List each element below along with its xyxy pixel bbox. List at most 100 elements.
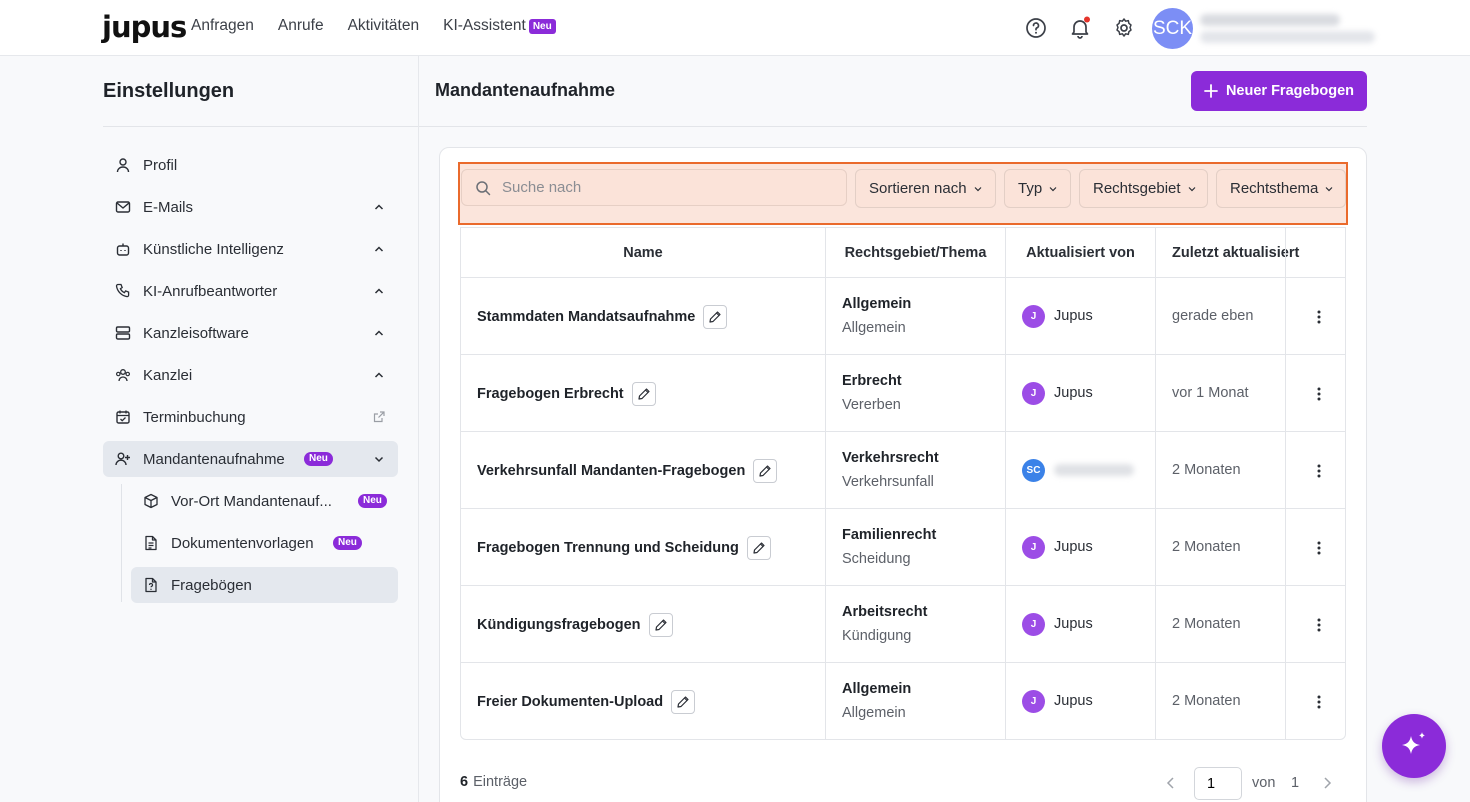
chevron-right-icon[interactable] bbox=[1319, 775, 1335, 791]
sidebar-item-label: Dokumentenvorlagen bbox=[171, 534, 314, 552]
row-actions-button[interactable] bbox=[1307, 382, 1331, 406]
row-updated-by: J Jupus bbox=[1022, 381, 1093, 405]
user-avatar[interactable]: SCK bbox=[1152, 8, 1193, 49]
questionnaire-name[interactable]: Verkehrsunfall Mandanten-Fragebogen bbox=[477, 463, 745, 479]
sidebar-item-emails[interactable]: E-Mails bbox=[103, 189, 398, 225]
sidebar-item-mandantenaufnahme[interactable]: Mandantenaufnahme Neu bbox=[103, 441, 398, 477]
dropdown-label: Sortieren nach bbox=[869, 180, 967, 197]
edit-name-button[interactable] bbox=[648, 612, 673, 637]
pencil-icon bbox=[654, 618, 667, 631]
nav-label: Anrufe bbox=[277, 17, 324, 34]
edit-name-button[interactable] bbox=[703, 304, 728, 329]
search-input[interactable] bbox=[502, 170, 832, 205]
sort-dropdown[interactable]: Sortieren nach bbox=[855, 169, 996, 208]
sidebar-item-kanzleisoftware[interactable]: Kanzleisoftware bbox=[103, 315, 398, 351]
new-questionnaire-button[interactable]: Neuer Fragebogen bbox=[1191, 71, 1367, 111]
count-number: 6 bbox=[460, 774, 469, 790]
row-updated-by: J Jupus bbox=[1022, 612, 1093, 636]
sidebar-item-kuenstliche-intelligenz[interactable]: Künstliche Intelligenz bbox=[103, 231, 398, 267]
edit-name-button[interactable] bbox=[631, 381, 656, 406]
column-header-name[interactable]: Name bbox=[461, 228, 825, 278]
nav-aktivitaeten[interactable]: Aktivitäten bbox=[348, 17, 420, 35]
sidebar-item-label: Fragebögen bbox=[171, 576, 252, 594]
row-actions-button[interactable] bbox=[1307, 613, 1331, 637]
entries-count: 6 Einträge bbox=[460, 774, 527, 790]
user-name-blurred bbox=[1054, 464, 1134, 476]
bell-icon[interactable] bbox=[1068, 16, 1092, 40]
page-number-input[interactable] bbox=[1194, 767, 1242, 800]
user-info-blurred bbox=[1200, 14, 1375, 44]
row-actions-button[interactable] bbox=[1307, 305, 1331, 329]
row-actions-button[interactable] bbox=[1307, 536, 1331, 560]
sidebar-item-label: Profil bbox=[143, 156, 178, 174]
nav-anfragen[interactable]: Anfragen bbox=[191, 17, 254, 35]
questionnaire-name[interactable]: Fragebogen Erbrecht bbox=[477, 386, 624, 402]
legal-topic-dropdown[interactable]: Rechtsthema bbox=[1216, 169, 1346, 208]
column-header-updated-by[interactable]: Aktualisiert von bbox=[1006, 228, 1155, 278]
legal-area: Verkehrsrecht bbox=[842, 449, 939, 466]
legal-area: Arbeitsrecht bbox=[842, 603, 928, 620]
row-name[interactable]: Fragebogen Erbrecht bbox=[477, 381, 656, 406]
chevron-up-icon bbox=[374, 246, 384, 252]
row-name[interactable]: Freier Dokumenten-Upload bbox=[477, 689, 696, 714]
count-label: Einträge bbox=[473, 774, 528, 790]
help-icon[interactable] bbox=[1024, 16, 1048, 40]
nav-ki-assistent[interactable]: KI-Assistent Neu bbox=[443, 17, 556, 35]
user-plus-icon bbox=[115, 452, 130, 466]
row-actions-button[interactable] bbox=[1307, 690, 1331, 714]
sidebar-item-terminbuchung[interactable]: Terminbuchung bbox=[103, 399, 398, 435]
legal-area: Familienrecht bbox=[842, 526, 937, 543]
sidebar-subitem-frageboegen[interactable]: Fragebögen bbox=[131, 567, 398, 603]
top-bar: jupus Anfragen Anrufe Aktivitäten KI-Ass… bbox=[0, 0, 1470, 56]
questionnaire-name[interactable]: Fragebogen Trennung und Scheidung bbox=[477, 540, 739, 556]
sidebar-item-label: Terminbuchung bbox=[143, 408, 246, 426]
sidebar-item-ki-anrufbeantworter[interactable]: KI-Anrufbeantworter bbox=[103, 273, 398, 309]
pager-total: 1 bbox=[1291, 775, 1300, 791]
main-nav: Anfragen Anrufe Aktivitäten KI-Assistent… bbox=[191, 17, 556, 35]
sidebar-item-label: E-Mails bbox=[143, 198, 194, 216]
gear-icon[interactable] bbox=[1112, 16, 1136, 40]
questionnaire-name[interactable]: Kündigungsfragebogen bbox=[477, 617, 641, 633]
chevron-up-icon bbox=[374, 330, 384, 336]
type-dropdown[interactable]: Typ bbox=[1004, 169, 1071, 208]
row-actions-button[interactable] bbox=[1307, 459, 1331, 483]
jupus-logo[interactable]: jupus bbox=[102, 10, 187, 44]
column-header-last-updated[interactable]: Zuletzt aktualisiert bbox=[1172, 228, 1332, 278]
row-last-updated: gerade eben bbox=[1172, 307, 1254, 324]
row-last-updated: 2 Monaten bbox=[1172, 692, 1241, 709]
questionnaire-name[interactable]: Freier Dokumenten-Upload bbox=[477, 694, 663, 710]
search-field[interactable] bbox=[461, 169, 847, 206]
file-question-icon bbox=[145, 577, 157, 593]
ai-assistant-button[interactable] bbox=[1382, 714, 1446, 778]
nav-label: Aktivitäten bbox=[347, 17, 420, 34]
column-header-area[interactable]: Rechtsgebiet/Thema bbox=[826, 228, 1005, 278]
row-name[interactable]: Stammdaten Mandatsaufnahme bbox=[477, 304, 728, 329]
user-avatar: J bbox=[1022, 381, 1045, 405]
sidebar-subitem-dokumentenvorlagen[interactable]: Dokumentenvorlagen Neu bbox=[131, 525, 398, 561]
legal-topic: Vererben bbox=[842, 396, 901, 413]
sidebar-subitem-vor-ort[interactable]: Vor-Ort Mandantenauf... Neu bbox=[131, 483, 398, 519]
dropdown-label: Rechtsthema bbox=[1230, 180, 1319, 197]
more-vertical-icon bbox=[1317, 464, 1321, 477]
legal-area: Erbrecht bbox=[842, 372, 902, 389]
pencil-icon bbox=[677, 695, 689, 708]
row-name[interactable]: Verkehrsunfall Mandanten-Fragebogen bbox=[477, 458, 778, 483]
row-name[interactable]: Fragebogen Trennung und Scheidung bbox=[477, 535, 771, 560]
chevron-down-icon bbox=[974, 186, 981, 191]
edit-name-button[interactable] bbox=[746, 535, 771, 560]
legal-area: Allgemein bbox=[842, 680, 912, 697]
user-name: Jupus bbox=[1054, 539, 1093, 555]
questionnaire-name[interactable]: Stammdaten Mandatsaufnahme bbox=[477, 309, 695, 325]
user-name: Jupus bbox=[1054, 616, 1093, 632]
user-avatar: J bbox=[1022, 535, 1045, 559]
edit-name-button[interactable] bbox=[671, 689, 696, 714]
sidebar-item-profil[interactable]: Profil bbox=[103, 147, 398, 183]
chevron-left-icon[interactable] bbox=[1163, 775, 1179, 791]
legal-area-dropdown[interactable]: Rechtsgebiet bbox=[1079, 169, 1208, 208]
sidebar-item-kanzlei[interactable]: Kanzlei bbox=[103, 357, 398, 393]
row-name[interactable]: Kündigungsfragebogen bbox=[477, 612, 673, 637]
user-name: Jupus bbox=[1054, 693, 1093, 709]
new-badge: Neu bbox=[358, 494, 387, 508]
edit-name-button[interactable] bbox=[753, 458, 778, 483]
nav-anrufe[interactable]: Anrufe bbox=[278, 17, 324, 35]
